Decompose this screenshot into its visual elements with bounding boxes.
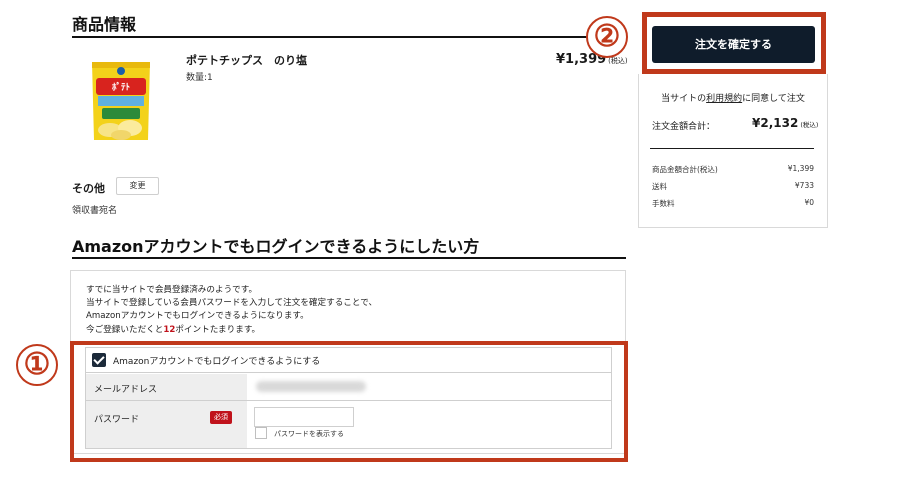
section-divider <box>72 36 626 38</box>
total-note: (税込) <box>800 121 819 129</box>
product-quantity: 数量:1 <box>186 73 213 83</box>
step-badge-1: ① <box>16 344 58 386</box>
other-label: その他 <box>72 182 105 195</box>
product-name: ポテトチップス のり塩 <box>186 54 307 67</box>
points-line: 今ご登録いただくと12ポイントたまります。 <box>86 324 377 337</box>
terms-link[interactable]: 利用規約 <box>706 94 742 104</box>
total-value: ¥2,132 <box>752 116 799 130</box>
svg-text:ﾎﾟﾃﾄ: ﾎﾟﾃﾄ <box>112 81 131 93</box>
terms-agreement: 当サイトの利用規約に同意して注文 <box>638 91 828 104</box>
intro-line: すでに当サイトで会員登録済みのようです。 <box>86 285 258 295</box>
product-section-title: 商品情報 <box>72 15 137 34</box>
subtotal-value: ¥1,399 <box>787 164 814 173</box>
agree-prefix: 当サイトの <box>661 94 707 104</box>
change-button[interactable]: 変更 <box>116 177 159 195</box>
shipping-value: ¥733 <box>794 181 814 190</box>
fee-label: 手数料 <box>652 199 675 208</box>
product-price-note: (税込) <box>608 57 628 65</box>
total-amount: ¥2,132 (税込) <box>752 116 818 130</box>
highlight-frame-1 <box>70 341 628 462</box>
subtotal-label: 商品金額合計(税込) <box>652 165 718 174</box>
confirm-order-button[interactable]: 注文を確定する <box>652 26 815 63</box>
amazon-section-title: Amazonアカウントでもログインできるようにしたい方 <box>72 237 480 256</box>
fee-value: ¥0 <box>804 198 814 207</box>
points-prefix: 今ご登録いただくと <box>86 324 164 335</box>
summary-divider <box>650 148 814 149</box>
product-image: ﾎﾟﾃﾄ <box>92 62 150 140</box>
step-badge-2: ② <box>586 16 628 58</box>
receipt-name-label: 領収書宛名 <box>72 206 118 216</box>
intro-line: 当サイトで登録している会員パスワードを入力して注文を確定することで、 <box>86 298 378 309</box>
total-label: 注文金額合計： <box>652 122 716 132</box>
shipping-label: 送料 <box>652 182 667 191</box>
intro-text: すでに当サイトで会員登録済みのようです。 当サイトで登録している会員パスワードを… <box>86 284 377 337</box>
section-divider <box>72 257 626 259</box>
agree-suffix: に同意して注文 <box>742 94 805 104</box>
intro-line: Amazonアカウントでもログインできるようになります。 <box>86 311 309 322</box>
points-value: 12 <box>163 324 176 335</box>
points-suffix: ポイントたまります。 <box>175 324 261 335</box>
